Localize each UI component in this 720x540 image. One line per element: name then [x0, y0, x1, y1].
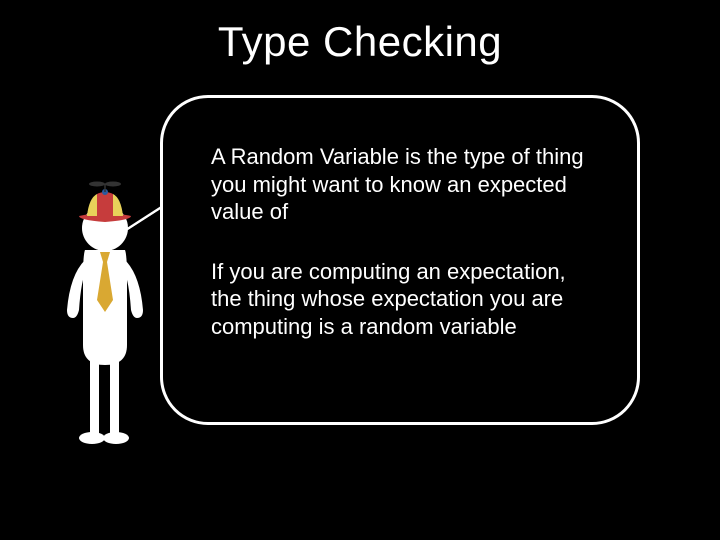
paragraph-1: A Random Variable is the type of thing y… — [211, 143, 599, 226]
page-title: Type Checking — [0, 0, 720, 66]
paragraph-2: If you are computing an expectation, the… — [211, 258, 599, 341]
person-icon — [55, 180, 155, 460]
speech-bubble: A Random Variable is the type of thing y… — [160, 95, 640, 425]
